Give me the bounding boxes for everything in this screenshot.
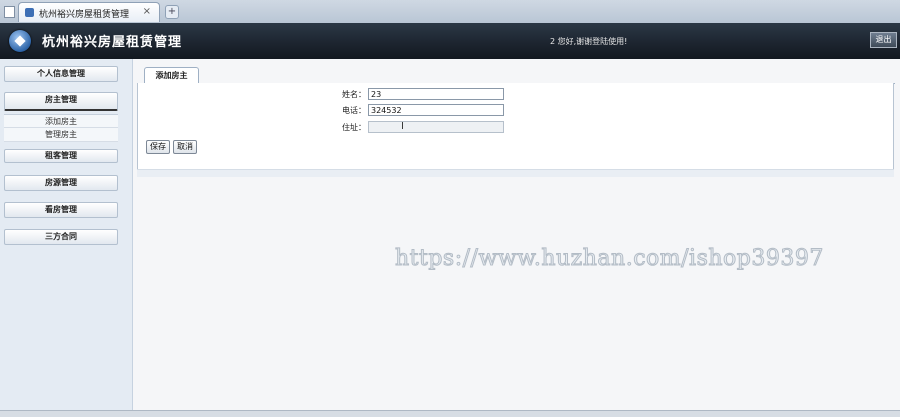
favicon-icon	[25, 8, 34, 17]
logout-button[interactable]: 退出	[870, 32, 897, 48]
sidebar-item-tenant[interactable]: 租客管理	[4, 149, 118, 163]
close-icon[interactable]: ×	[143, 6, 151, 17]
panel-footer	[137, 169, 894, 177]
browser-tab[interactable]: 杭州裕兴房屋租赁管理 ×	[18, 2, 160, 22]
phone-input[interactable]	[368, 104, 504, 116]
cancel-button[interactable]: 取消	[173, 140, 197, 154]
address-label: 住址：	[342, 123, 366, 132]
sidebar-item-viewing[interactable]: 看房管理	[4, 202, 118, 218]
watermark-text: https://www.huzhan.com/ishop39397	[395, 246, 824, 272]
sidebar-subitem-manage-landlord[interactable]: 管理房主	[4, 128, 118, 142]
app-title: 杭州裕兴房屋租赁管理	[42, 35, 183, 50]
sidebar-item-contract[interactable]: 三方合同	[4, 229, 118, 245]
name-input[interactable]	[368, 88, 504, 100]
save-button[interactable]: 保存	[146, 140, 170, 154]
sidebar-item-housing[interactable]: 房源管理	[4, 175, 118, 191]
form-panel	[137, 83, 894, 176]
name-label: 姓名：	[342, 90, 366, 99]
browser-tab-label: 杭州裕兴房屋租赁管理	[39, 10, 130, 20]
tab-add-landlord[interactable]: 添加房主	[144, 67, 199, 83]
app-header: 杭州裕兴房屋租赁管理 2 您好,谢谢登陆使用! 退出	[0, 23, 900, 59]
text-cursor-icon: I	[401, 121, 404, 132]
sidebar-item-landlord[interactable]: 房主管理	[4, 92, 118, 111]
browser-tab-strip: 杭州裕兴房屋租赁管理 × +	[0, 0, 900, 24]
address-input[interactable]	[368, 121, 504, 133]
sidebar-subitem-add-landlord[interactable]: 添加房主	[4, 114, 118, 128]
logo-icon	[9, 30, 31, 52]
welcome-message: 2 您好,谢谢登陆使用!	[550, 37, 628, 46]
panel-tab-bar: 添加房主	[137, 65, 895, 84]
phone-label: 电话：	[342, 106, 366, 115]
sidebar-item-personal-info[interactable]: 个人信息管理	[4, 66, 118, 82]
new-tab-icon[interactable]: +	[165, 5, 179, 19]
sidebar: 个人信息管理 房主管理 添加房主 管理房主 租客管理 房源管理 看房管理 三方合…	[0, 59, 133, 416]
page-icon[interactable]	[4, 6, 15, 18]
